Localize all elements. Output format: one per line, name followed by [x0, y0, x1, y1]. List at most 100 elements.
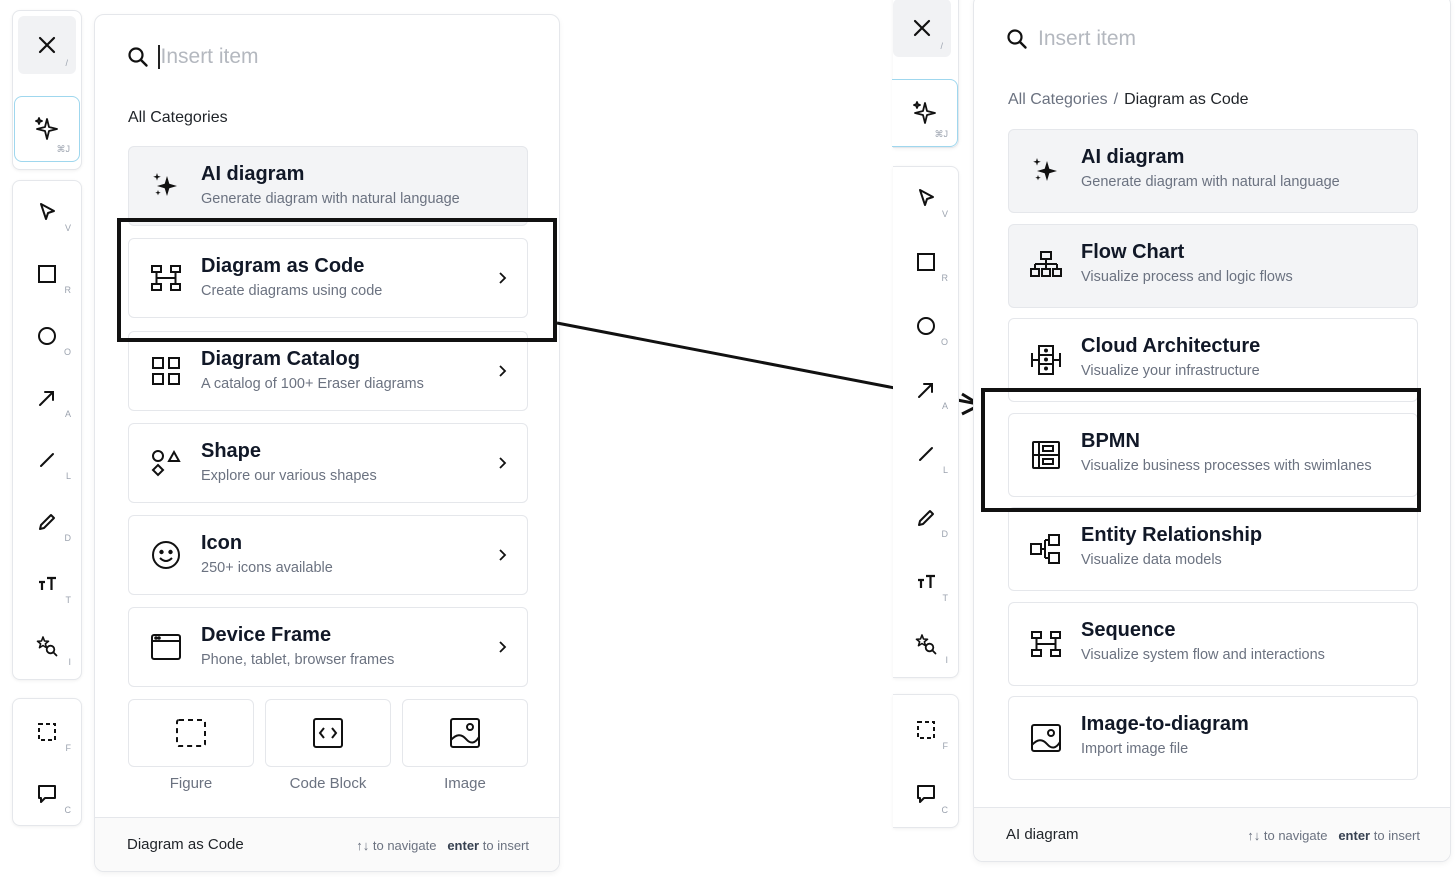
ellipse-tool[interactable]: O	[893, 299, 958, 353]
ai-tool-button[interactable]: ⌘J	[892, 79, 958, 147]
frame-tool[interactable]: F	[893, 703, 958, 757]
sparkle-icon	[912, 101, 936, 124]
rectangle-icon	[916, 253, 935, 271]
item-icon[interactable]: Icon 250+ icons available	[128, 515, 528, 595]
ellipse-tool[interactable]: O	[13, 309, 81, 363]
item-title: Image-to-diagram	[1081, 713, 1249, 735]
tile-image[interactable]	[402, 699, 528, 767]
insert-hint: I	[945, 655, 948, 665]
footer-hints: ↑↓ to navigate enter to insert	[1247, 828, 1420, 843]
ellipse-hint: O	[940, 337, 948, 347]
right-search-row	[1006, 27, 1378, 51]
item-subtitle: Visualize system flow and interactions	[1081, 647, 1325, 663]
search-icon	[128, 47, 148, 67]
footer-current: AI diagram	[1006, 826, 1079, 843]
text-tool[interactable]: T	[893, 555, 958, 609]
text-tool[interactable]: T	[13, 557, 81, 611]
item-subtitle: Generate diagram with natural language	[201, 191, 460, 207]
select-tool[interactable]: V	[13, 185, 81, 239]
arrow-tool[interactable]: A	[893, 363, 958, 417]
item-subtitle: Visualize your infrastructure	[1081, 363, 1260, 379]
sparkle-icon	[149, 169, 183, 203]
text-icon	[917, 574, 935, 588]
right-toolbar-bottom: F C	[893, 694, 959, 828]
pencil-tool[interactable]: D	[13, 495, 81, 549]
smiley-icon	[149, 538, 183, 572]
item-device-frame[interactable]: Device Frame Phone, tablet, browser fram…	[128, 607, 528, 687]
breadcrumb-root: All Categories	[128, 109, 228, 126]
sequence-diagram-icon	[1029, 627, 1063, 661]
item-subtitle: Create diagrams using code	[201, 283, 383, 299]
line-hint: L	[942, 465, 948, 475]
pencil-tool[interactable]: D	[893, 491, 958, 545]
item-diagram-as-code[interactable]: Diagram as Code Create diagrams using co…	[128, 238, 528, 318]
item-bpmn[interactable]: BPMN Visualize business processes with s…	[1008, 413, 1418, 497]
tile-figure[interactable]	[128, 699, 254, 767]
chevron-right-icon	[499, 641, 507, 653]
line-hint: L	[65, 471, 71, 481]
item-title: AI diagram	[1081, 146, 1185, 168]
search-input[interactable]	[1038, 27, 1378, 51]
item-entity-relationship[interactable]: Entity Relationship Visualize data model…	[1008, 507, 1418, 591]
item-shape[interactable]: Shape Explore our various shapes	[128, 423, 528, 503]
sparkle-icon	[1029, 154, 1063, 188]
close-button[interactable]: /	[18, 16, 76, 74]
pencil-hint: D	[941, 529, 949, 539]
breadcrumb-root[interactable]: All Categories	[1008, 91, 1108, 109]
ai-tool-button[interactable]: ⌘J	[14, 96, 80, 162]
image-icon	[450, 718, 480, 748]
insert-tool[interactable]: I	[893, 617, 958, 671]
search-input[interactable]	[160, 45, 501, 69]
left-insert-panel: All Categories AI diagram Generate diagr…	[94, 14, 560, 872]
flowchart-icon	[1029, 249, 1063, 283]
ellipse-hint: O	[63, 347, 71, 357]
left-toolbar-bottom: F C	[12, 698, 82, 826]
text-icon	[39, 576, 56, 590]
pencil-icon	[39, 514, 55, 530]
rectangle-tool[interactable]: R	[893, 235, 958, 289]
search-icon	[1007, 29, 1027, 49]
ai-hint: ⌘J	[934, 129, 949, 139]
tile-code-block[interactable]	[265, 699, 391, 767]
image-icon	[1029, 721, 1063, 755]
rectangle-icon	[38, 265, 56, 283]
close-button[interactable]: /	[893, 0, 951, 57]
frame-hint: F	[65, 743, 72, 753]
item-title: Cloud Architecture	[1081, 335, 1261, 357]
item-title: Flow Chart	[1081, 241, 1185, 263]
item-flow-chart[interactable]: Flow Chart Visualize process and logic f…	[1008, 224, 1418, 308]
item-diagram-catalog[interactable]: Diagram Catalog A catalog of 100+ Eraser…	[128, 331, 528, 411]
rectangle-tool[interactable]: R	[13, 247, 81, 301]
right-panel-footer: AI diagram ↑↓ to navigate enter to inser…	[974, 807, 1450, 861]
close-hint: /	[940, 41, 943, 51]
item-ai-diagram[interactable]: AI diagram Generate diagram with natural…	[128, 146, 528, 226]
item-sequence[interactable]: Sequence Visualize system flow and inter…	[1008, 602, 1418, 686]
frame-hint: F	[942, 741, 949, 751]
left-search-row	[127, 45, 501, 69]
item-cloud-architecture[interactable]: Cloud Architecture Visualize your infras…	[1008, 318, 1418, 402]
comment-hint: C	[64, 805, 72, 815]
select-tool[interactable]: V	[893, 171, 958, 225]
text-hint: T	[65, 595, 72, 605]
line-tool[interactable]: L	[13, 433, 81, 487]
insert-tool[interactable]: I	[13, 619, 81, 673]
frame-tool[interactable]: F	[13, 705, 81, 759]
tile-image-label: Image	[444, 775, 486, 792]
star-search-icon	[915, 634, 936, 655]
swimlane-icon	[1029, 438, 1063, 472]
comment-tool[interactable]: C	[13, 767, 81, 821]
item-ai-diagram[interactable]: AI diagram Generate diagram with natural…	[1008, 129, 1418, 213]
item-title: Diagram as Code	[201, 255, 365, 277]
rectangle-hint: R	[64, 285, 72, 295]
tile-figure-label: Figure	[169, 775, 213, 792]
item-title: BPMN	[1081, 430, 1140, 452]
tile-code-block-label: Code Block	[289, 775, 367, 792]
close-icon	[913, 19, 931, 37]
item-image-to-diagram[interactable]: Image-to-diagram Import image file	[1008, 696, 1418, 780]
line-icon	[40, 453, 54, 467]
line-tool[interactable]: L	[893, 427, 958, 481]
comment-tool[interactable]: C	[893, 767, 958, 821]
item-title: Shape	[201, 440, 262, 462]
entity-relationship-icon	[1029, 532, 1063, 566]
arrow-tool[interactable]: A	[13, 371, 81, 425]
